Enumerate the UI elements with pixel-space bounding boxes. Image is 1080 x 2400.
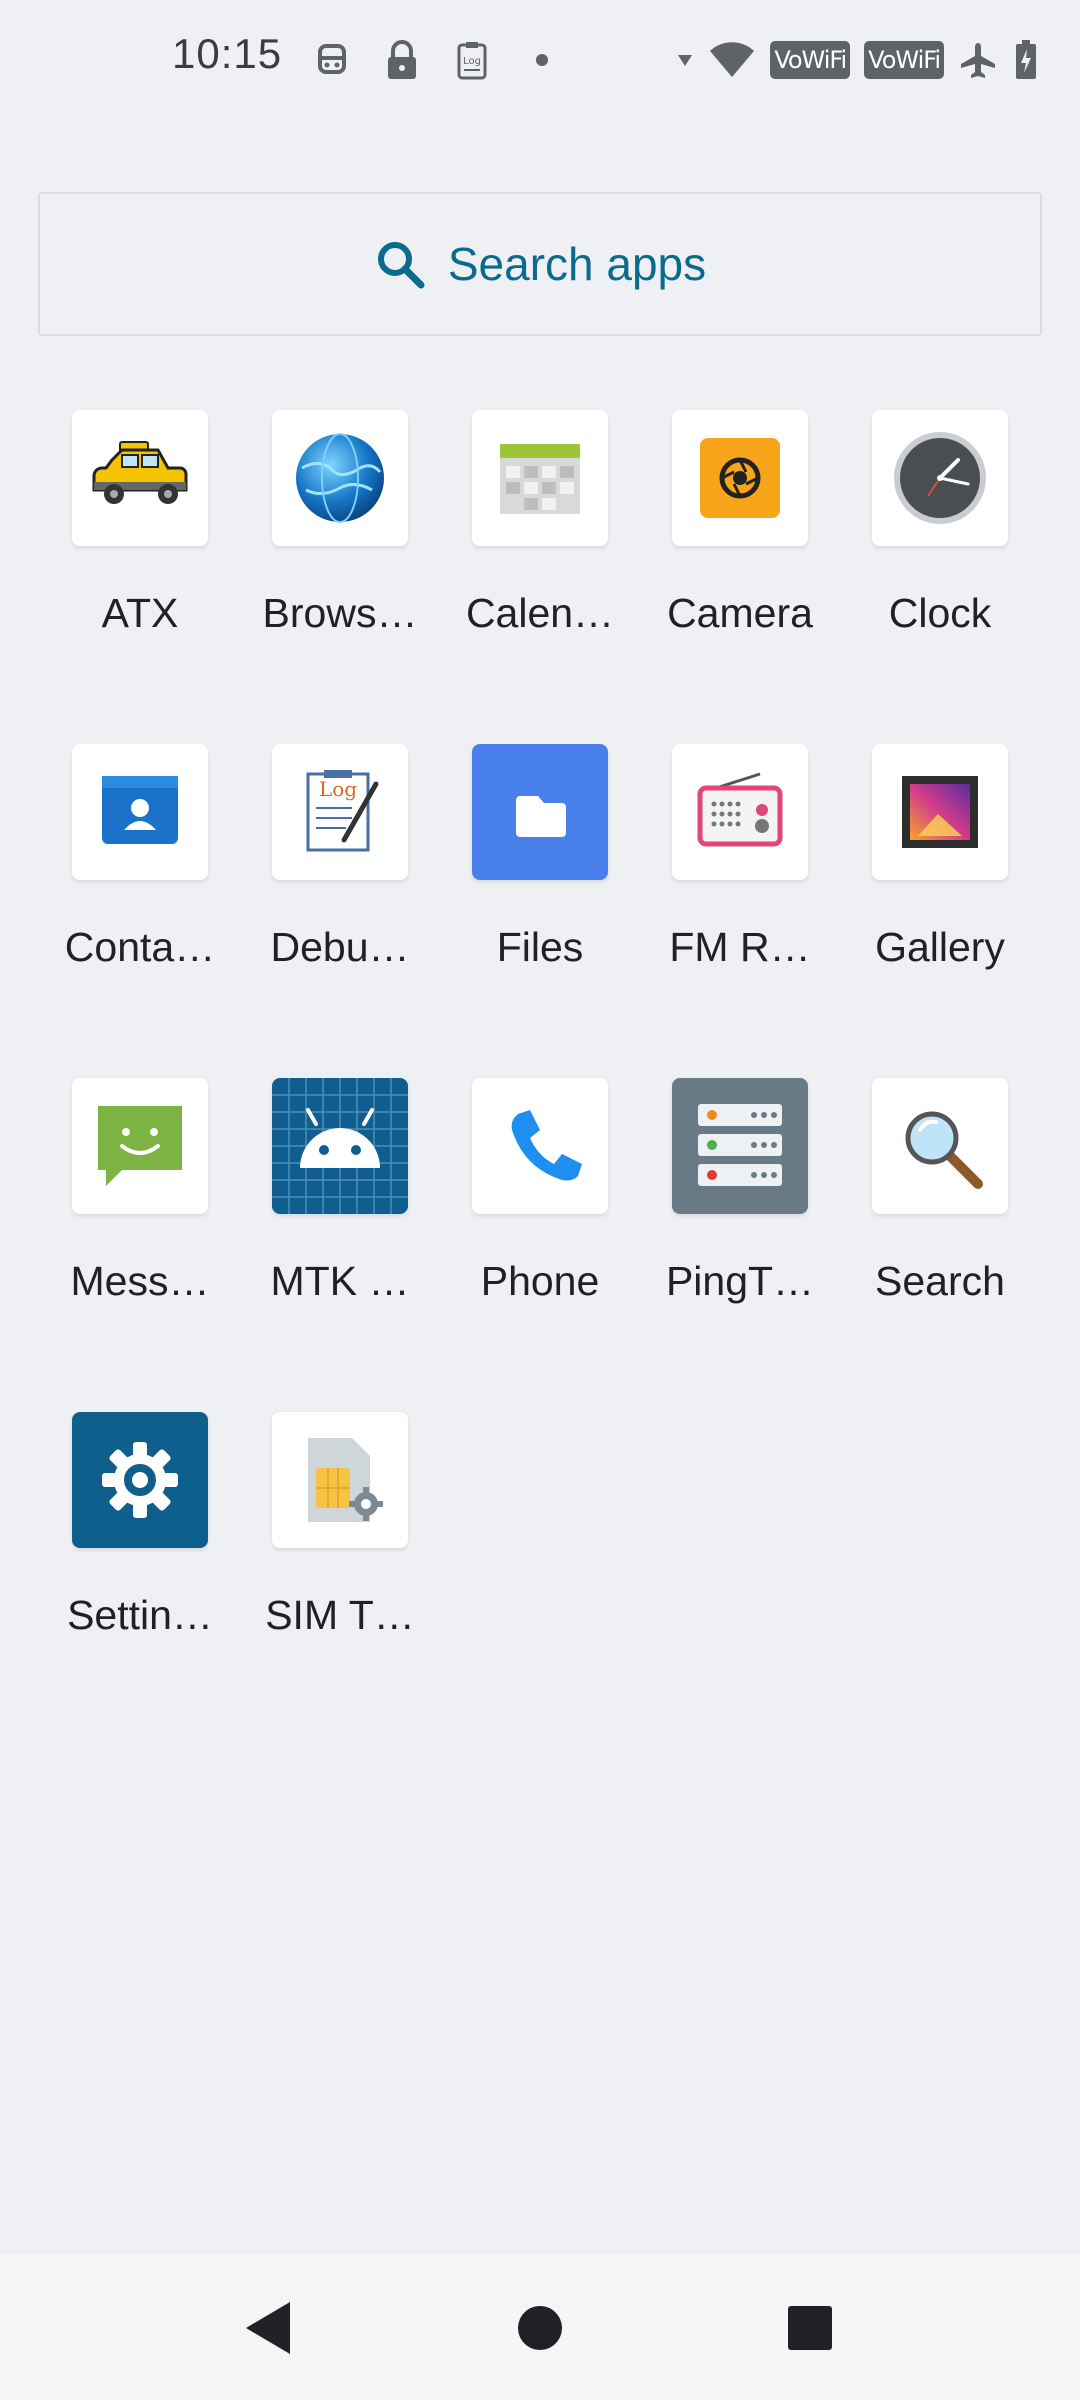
- app-atx[interactable]: ATX: [40, 410, 240, 744]
- status-left-icons: Log: [312, 34, 562, 86]
- app-label: Phone: [480, 1258, 600, 1304]
- app-label: Search: [875, 1258, 1005, 1304]
- app-label: Camera: [667, 590, 813, 636]
- globe-icon: [272, 410, 408, 546]
- app-label: ATX: [101, 590, 179, 636]
- camera-icon: [672, 410, 808, 546]
- dot-icon: [522, 38, 562, 82]
- search-placeholder: Search apps: [447, 238, 707, 290]
- svg-text:Log: Log: [319, 777, 357, 801]
- app-label: PingT…: [665, 1258, 815, 1304]
- search-icon: [374, 238, 426, 290]
- battery-charging-icon: [1012, 38, 1040, 82]
- app-label: Mess…: [70, 1258, 210, 1304]
- app-messaging[interactable]: Mess…: [40, 1078, 240, 1412]
- android-icon: [272, 1078, 408, 1214]
- app-camera[interactable]: Camera: [640, 410, 840, 744]
- app-files[interactable]: Files: [440, 744, 640, 1078]
- app-clock[interactable]: Clock: [840, 410, 1040, 744]
- clock-icon: [872, 410, 1008, 546]
- app-drawer-screen: 10:15 Log VoWiFi VoWiFi Search apps ATX …: [0, 0, 1080, 2400]
- app-label: Brows…: [262, 590, 418, 636]
- folder-icon: [472, 744, 608, 880]
- status-time: 10:15: [172, 30, 283, 77]
- magnifier-icon: [872, 1078, 1008, 1214]
- search-apps-bar[interactable]: Search apps: [38, 192, 1042, 336]
- status-right-icons: VoWiFi VoWiFi: [676, 34, 1040, 86]
- signal-icon: [676, 38, 694, 82]
- lock-icon: [382, 38, 422, 82]
- app-pingtools[interactable]: PingT…: [640, 1078, 840, 1412]
- app-label: Gallery: [875, 924, 1005, 970]
- app-label: Debu…: [270, 924, 410, 970]
- app-browser[interactable]: Brows…: [240, 410, 440, 744]
- phone-icon: [472, 1078, 608, 1214]
- status-bar: 10:15 Log VoWiFi VoWiFi: [0, 0, 1080, 120]
- app-search[interactable]: Search: [840, 1078, 1040, 1412]
- app-label: MTK …: [270, 1258, 410, 1304]
- app-label: Calen…: [465, 590, 615, 636]
- app-label: Clock: [888, 590, 992, 636]
- back-icon[interactable]: [238, 2298, 298, 2358]
- gallery-icon: [872, 744, 1008, 880]
- calendar-icon: [472, 410, 608, 546]
- app-fm-radio[interactable]: FM R…: [640, 744, 840, 1078]
- settings-gear-icon: [72, 1412, 208, 1548]
- radio-icon: [672, 744, 808, 880]
- app-label: Conta…: [64, 924, 216, 970]
- app-settings[interactable]: Settin…: [40, 1412, 240, 1746]
- airplane-icon: [958, 38, 998, 82]
- robot-icon: [312, 38, 352, 82]
- vowifi-badge: VoWiFi: [770, 41, 851, 79]
- clipboard-log-icon: Log: [452, 38, 492, 82]
- recents-icon[interactable]: [780, 2298, 840, 2358]
- messaging-icon: [72, 1078, 208, 1214]
- contacts-icon: [72, 744, 208, 880]
- sim-toolkit-icon: [272, 1412, 408, 1548]
- app-grid: ATX Brows… Calen… Camera Clock Conta… Lo…: [40, 410, 1040, 1746]
- server-icon: [672, 1078, 808, 1214]
- home-icon[interactable]: [510, 2298, 570, 2358]
- app-mtk[interactable]: MTK …: [240, 1078, 440, 1412]
- app-gallery[interactable]: Gallery: [840, 744, 1040, 1078]
- taxi-icon: [72, 410, 208, 546]
- app-label: SIM T…: [265, 1592, 415, 1638]
- app-label: Settin…: [67, 1592, 213, 1638]
- app-label: FM R…: [669, 924, 811, 970]
- app-debug-logger[interactable]: Log Debu…: [240, 744, 440, 1078]
- wifi-icon: [708, 38, 756, 82]
- debug-log-icon: Log: [272, 744, 408, 880]
- app-label: Files: [496, 924, 584, 970]
- app-calendar[interactable]: Calen…: [440, 410, 640, 744]
- app-sim-toolkit[interactable]: SIM T…: [240, 1412, 440, 1746]
- vowifi-badge: VoWiFi: [864, 41, 944, 79]
- app-phone[interactable]: Phone: [440, 1078, 640, 1412]
- app-contacts[interactable]: Conta…: [40, 744, 240, 1078]
- svg-text:Log: Log: [463, 56, 481, 67]
- navigation-bar: [0, 2254, 1080, 2400]
